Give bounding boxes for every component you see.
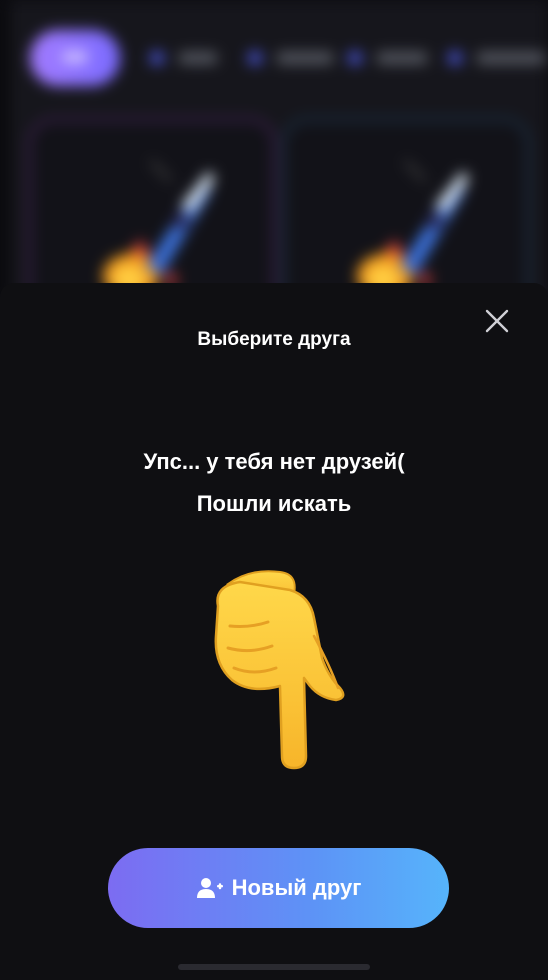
add-user-icon — [196, 878, 223, 898]
new-friend-button[interactable]: Новый друг — [108, 848, 449, 928]
rocket-icon — [103, 159, 215, 298]
empty-state-message: Упс... у тебя нет друзей( — [143, 449, 405, 474]
background-app-blurred — [0, 0, 548, 324]
background-pill-label — [62, 52, 88, 62]
sheet-title: Выберите друга — [197, 329, 351, 350]
background-filter-chip — [348, 48, 428, 68]
pointing-down-hand-icon — [214, 570, 345, 770]
background-filter-chip — [248, 48, 334, 68]
new-friend-button-label: Новый друг — [231, 875, 362, 900]
empty-state-hint: Пошли искать — [196, 491, 352, 516]
home-indicator — [178, 964, 370, 970]
background-filter-chip — [150, 48, 218, 68]
background-left-edge — [0, 0, 10, 300]
background-filter-chip — [448, 48, 546, 68]
select-friend-sheet: Выберите друга Упс... у тебя нет друзей(… — [0, 283, 548, 980]
rocket-icon — [357, 159, 469, 298]
